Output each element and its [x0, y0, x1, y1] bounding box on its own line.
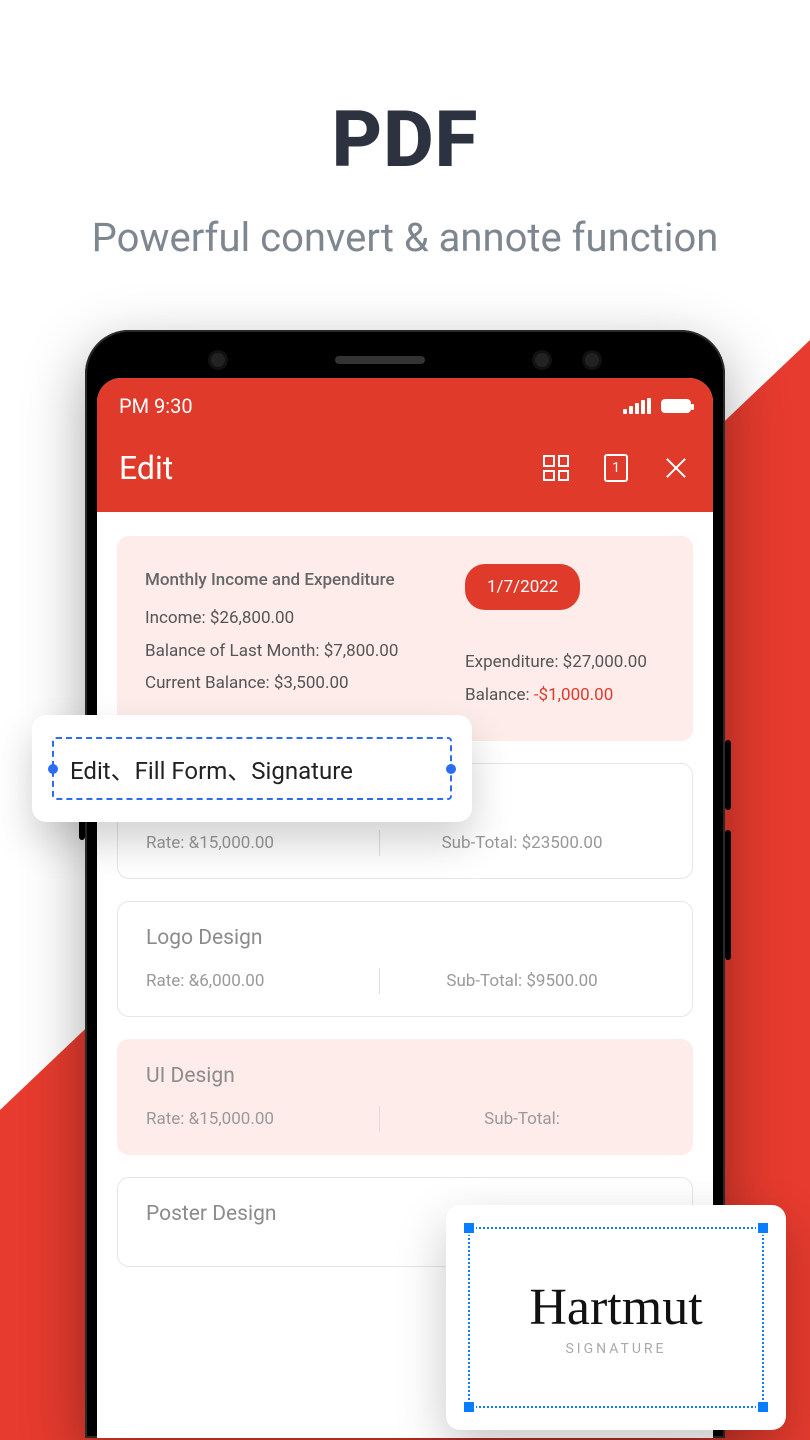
signal-icon	[623, 398, 651, 414]
camera-icon	[585, 353, 599, 367]
resize-handle-icon[interactable]	[756, 1400, 770, 1414]
document-area[interactable]: Monthly Income and Expenditure Income: $…	[97, 512, 713, 1267]
item-rate: Rate: &15,000.00	[146, 1109, 379, 1129]
signature-selection-box[interactable]: Hartmut SIGNATURE	[468, 1227, 764, 1408]
summary-title: Monthly Income and Expenditure	[145, 564, 445, 596]
summary-row: Expenditure: $27,000.00	[465, 646, 665, 678]
hero-section: PDF Powerful convert & annote function	[0, 0, 810, 261]
speaker-grille	[335, 356, 425, 364]
item-name: UI Design	[146, 1064, 664, 1088]
signature-overlay[interactable]: Hartmut SIGNATURE	[446, 1205, 786, 1430]
summary-row: Balance of Last Month: $7,800.00	[145, 635, 445, 667]
resize-handle-icon[interactable]	[462, 1400, 476, 1414]
summary-row: Current Balance: $3,500.00	[145, 667, 445, 699]
signature-label: SIGNATURE	[565, 1341, 666, 1357]
text-selection-box[interactable]: Edit、Fill Form、Signature	[52, 737, 452, 800]
item-subtotal: Sub-Total:	[380, 1109, 664, 1129]
item-subtotal: Sub-Total: $23500.00	[380, 833, 664, 853]
phone-side-button	[725, 830, 731, 960]
app-bar: Edit 1	[97, 434, 713, 512]
edit-text-overlay[interactable]: Edit、Fill Form、Signature	[32, 715, 472, 822]
date-pill[interactable]: 1/7/2022	[465, 564, 580, 610]
summary-row: Balance: -$1,000.00	[465, 679, 665, 711]
hero-subtitle: Powerful convert & annote function	[0, 214, 810, 261]
signature-script: Hartmut	[529, 1278, 702, 1337]
phone-notch	[97, 342, 713, 378]
camera-icon	[535, 353, 549, 367]
line-item-card-selected[interactable]: UI Design Rate: &15,000.00 Sub-Total:	[117, 1039, 693, 1155]
camera-icon	[211, 353, 225, 367]
grid-icon	[543, 455, 569, 481]
item-rate: Rate: &15,000.00	[146, 833, 379, 853]
resize-handle-icon[interactable]	[462, 1221, 476, 1235]
summary-card: Monthly Income and Expenditure Income: $…	[117, 536, 693, 741]
edit-overlay-text: Edit、Fill Form、Signature	[70, 757, 353, 785]
item-rate: Rate: &6,000.00	[146, 971, 379, 991]
battery-icon	[661, 399, 691, 413]
selection-handle-icon[interactable]	[446, 764, 456, 774]
item-name: Logo Design	[146, 926, 664, 950]
phone-side-button	[725, 740, 731, 810]
line-item-card: Logo Design Rate: &6,000.00 Sub-Total: $…	[117, 901, 693, 1017]
status-time: PM 9:30	[119, 394, 193, 418]
item-subtotal: Sub-Total: $9500.00	[380, 971, 664, 991]
close-button[interactable]	[661, 453, 691, 483]
grid-view-button[interactable]	[541, 453, 571, 483]
page-indicator-button[interactable]: 1	[601, 453, 631, 483]
close-icon	[663, 455, 689, 481]
app-bar-title: Edit	[119, 449, 173, 487]
hero-title: PDF	[0, 95, 810, 186]
selection-handle-icon[interactable]	[48, 764, 58, 774]
resize-handle-icon[interactable]	[756, 1221, 770, 1235]
status-bar: PM 9:30	[97, 378, 713, 434]
page-icon: 1	[604, 454, 628, 482]
summary-row: Income: $26,800.00	[145, 602, 445, 634]
